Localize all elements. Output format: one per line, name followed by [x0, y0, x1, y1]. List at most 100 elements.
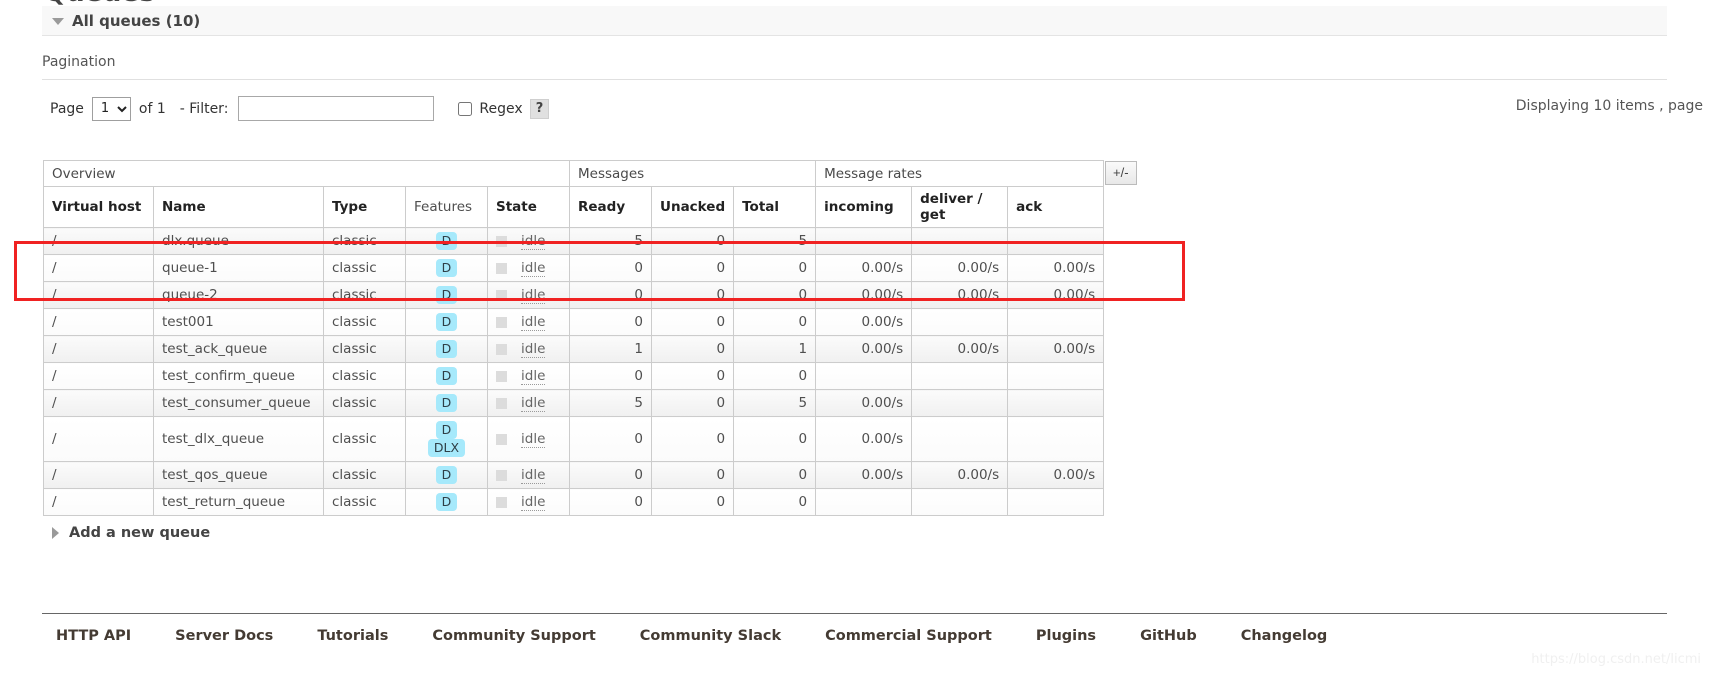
cell-unacked: 0 [650, 461, 735, 489]
cell-features: D [405, 308, 488, 336]
cell-incoming [815, 362, 913, 390]
state-indicator: idle [496, 287, 559, 304]
table-row[interactable]: / queue-2 classic Didle 0 0 0 0.00/s 0.00/s 0.00/… [43, 281, 1105, 309]
column-total[interactable]: Total [733, 186, 817, 228]
table-row[interactable]: / test_qos_queue classic Didle 0 0 0 0.00/s 0.00… [43, 461, 1105, 489]
footer-link-github[interactable]: GitHub [1140, 628, 1197, 644]
column-name[interactable]: Name [153, 186, 324, 228]
table-row[interactable]: / test_dlx_queue classic DDLX idle 0 0 0 0.00/s [43, 416, 1105, 462]
cell-name[interactable]: test001 [153, 308, 324, 336]
cell-deliver-get [911, 416, 1009, 462]
column-ready[interactable]: Ready [569, 186, 652, 228]
footer-link-http-api[interactable]: HTTP API [56, 628, 131, 644]
add-a-new-queue-toggle[interactable]: Add a new queue [52, 525, 210, 541]
table-row[interactable]: / test001 classic Didle 0 0 0 0.00/s [43, 308, 1105, 336]
state-box-icon [496, 262, 507, 274]
column-ack[interactable]: ack [1007, 186, 1105, 228]
cell-ack: 0.00/s [1007, 254, 1105, 282]
column-type[interactable]: Type [323, 186, 406, 228]
column-incoming[interactable]: incoming [815, 186, 913, 228]
regex-checkbox[interactable] [458, 101, 473, 116]
footer-link-commercial-support[interactable]: Commercial Support [825, 628, 992, 644]
toggle-columns-button[interactable]: +/- [1105, 161, 1137, 185]
queues-table-head: Overview Messages Message rates Virtual … [43, 160, 1105, 228]
cell-unacked: 0 [650, 389, 735, 417]
cell-features: D [405, 389, 488, 417]
queues-table-wrap: Overview Messages Message rates Virtual … [43, 160, 1105, 516]
table-row[interactable]: / test_confirm_queue classic Didle 0 0 0 [43, 362, 1105, 390]
column-state[interactable]: State [487, 186, 570, 228]
footer-link-tutorials[interactable]: Tutorials [317, 628, 388, 644]
help-icon[interactable]: ? [529, 98, 550, 119]
state-label: idle [521, 466, 546, 484]
cell-type: classic [323, 254, 406, 282]
cell-state: idle [487, 416, 570, 462]
state-indicator: idle [496, 260, 559, 277]
state-label: idle [521, 340, 546, 358]
state-indicator: idle [496, 341, 559, 358]
cell-total: 0 [733, 488, 817, 516]
state-indicator: idle [496, 395, 559, 412]
cell-ack: 0.00/s [1007, 281, 1105, 309]
cell-name[interactable]: test_confirm_queue [153, 362, 324, 390]
column-features[interactable]: Features [405, 186, 488, 228]
filter-input[interactable] [238, 96, 435, 121]
cell-name[interactable]: test_consumer_queue [153, 389, 324, 417]
footer-link-plugins[interactable]: Plugins [1036, 628, 1096, 644]
column-header-row: Virtual host Name Type Features State Re… [43, 186, 1105, 228]
footer-link-community-slack[interactable]: Community Slack [640, 628, 781, 644]
table-row[interactable]: / test_ack_queue classic Didle 1 0 1 0.00/s 0.00… [43, 335, 1105, 363]
all-queues-title: All queues (10) [72, 11, 201, 30]
cell-ready: 0 [569, 416, 652, 462]
table-row[interactable]: / queue-1 classic Didle 0 0 0 0.00/s 0.00/s 0.00/… [43, 254, 1105, 282]
feature-badge: D [435, 340, 458, 358]
cell-virtual-host: / [43, 281, 154, 309]
triangle-right-icon [52, 527, 59, 539]
cell-ready: 0 [569, 488, 652, 516]
cell-type: classic [323, 281, 406, 309]
table-row[interactable]: / test_consumer_queue classic Didle 5 0 5 0.00/… [43, 389, 1105, 417]
cell-features: D [405, 461, 488, 489]
footer-link-community-support[interactable]: Community Support [432, 628, 595, 644]
cell-total: 0 [733, 362, 817, 390]
feature-badge: D [435, 367, 458, 385]
cell-features: D [405, 335, 488, 363]
state-indicator: idle [496, 467, 559, 484]
cell-name[interactable]: test_return_queue [153, 488, 324, 516]
table-row[interactable]: / test_return_queue classic Didle 0 0 0 [43, 488, 1105, 516]
cell-ack [1007, 416, 1105, 462]
column-deliver-get[interactable]: deliver / get [911, 186, 1009, 228]
cell-name[interactable]: test_dlx_queue [153, 416, 324, 462]
footer-link-changelog[interactable]: Changelog [1241, 628, 1328, 644]
cell-deliver-get [911, 362, 1009, 390]
column-unacked[interactable]: Unacked [650, 186, 735, 228]
cell-type: classic [323, 389, 406, 417]
cell-type: classic [323, 227, 406, 255]
state-box-icon [496, 343, 507, 355]
add-a-new-queue-label: Add a new queue [69, 525, 211, 541]
table-row[interactable]: / dlx.queue classic Didle 5 0 5 [43, 227, 1105, 255]
cell-ready: 5 [569, 227, 652, 255]
cell-state: idle [487, 227, 570, 255]
cell-total: 1 [733, 335, 817, 363]
cell-name[interactable]: test_qos_queue [153, 461, 324, 489]
queues-table: Overview Messages Message rates Virtual … [43, 160, 1105, 516]
watermark: https://blog.csdn.net/licmi [1531, 652, 1701, 667]
cell-name[interactable]: queue-1 [153, 254, 324, 282]
all-queues-section-header[interactable]: All queues (10) [42, 6, 1667, 36]
page-select[interactable]: 1 [91, 96, 131, 121]
column-virtual-host[interactable]: Virtual host [43, 186, 154, 228]
pagination-divider [42, 79, 1667, 80]
cell-name[interactable]: test_ack_queue [153, 335, 324, 363]
triangle-down-icon[interactable] [52, 18, 64, 25]
footer-link-server-docs[interactable]: Server Docs [175, 628, 273, 644]
cell-ack [1007, 227, 1105, 255]
cell-name[interactable]: dlx.queue [153, 227, 324, 255]
feature-badge: D [435, 493, 458, 511]
state-box-icon [496, 235, 507, 247]
cell-name[interactable]: queue-2 [153, 281, 324, 309]
cell-ack [1007, 362, 1105, 390]
regex-toggle-group: Regex ? [458, 98, 550, 119]
cell-virtual-host: / [43, 488, 154, 516]
cell-incoming: 0.00/s [815, 308, 913, 336]
